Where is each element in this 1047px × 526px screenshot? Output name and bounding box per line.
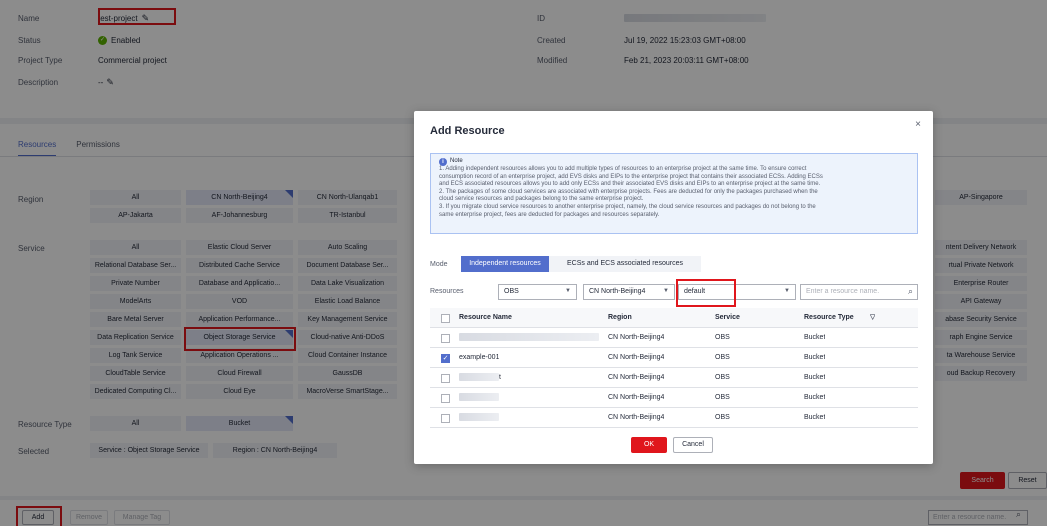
cell-service: OBS [715, 414, 730, 421]
cell-service: OBS [715, 394, 730, 401]
col-region: Region [608, 314, 632, 321]
chevron-down-icon: ▼ [663, 288, 669, 294]
row-checkbox[interactable] [441, 334, 450, 343]
mode-label: Mode [430, 261, 448, 268]
note-line: same enterprise project, fees are deduct… [439, 211, 660, 218]
dialog-search-input[interactable]: Enter a resource name. ⌕ [800, 284, 918, 300]
col-resource-type: Resource Type [804, 314, 854, 321]
cell-type: Bucket [804, 414, 826, 421]
resources-label: Resources [430, 288, 464, 295]
filter-icon[interactable]: ▽ [870, 308, 875, 328]
info-icon: i [439, 158, 447, 166]
note-title: Note [450, 158, 463, 165]
note-line: 3. If you migrate cloud service resource… [439, 203, 816, 210]
highlight-default [676, 279, 736, 307]
resource-name-redacted [459, 408, 499, 428]
col-resource-name: Resource Name [459, 314, 512, 321]
note-box: i Note 1. Adding independent resources a… [430, 153, 918, 234]
table-row[interactable]: CN North-Beijing4 OBS Bucket [430, 408, 918, 428]
cell-type: Bucket [804, 394, 826, 401]
cell-resource-name: t [459, 368, 501, 388]
region-select[interactable]: CN North-Beijing4 ▼ [583, 284, 675, 300]
cell-region: CN North-Beijing4 [608, 354, 665, 361]
mode-ecs-button[interactable]: ECSs and ECS associated resources [549, 256, 701, 272]
table-row[interactable]: CN North-Beijing4 OBS Bucket [430, 388, 918, 408]
chevron-down-icon: ▼ [565, 288, 571, 294]
row-checkbox[interactable] [441, 374, 450, 383]
resource-name-redacted [459, 388, 499, 408]
cancel-button[interactable]: Cancel [673, 437, 713, 453]
row-checkbox[interactable] [441, 414, 450, 423]
add-resource-dialog: Add Resource × i Note 1. Adding independ… [414, 111, 933, 464]
service-select-value: OBS [504, 288, 519, 295]
cell-resource-name: example-001 [459, 354, 500, 361]
row-checkbox-checked[interactable]: ✓ [441, 354, 450, 363]
resource-name-redacted [459, 328, 599, 348]
cell-service: OBS [715, 334, 730, 341]
table-row[interactable]: t CN North-Beijing4 OBS Bucket [430, 368, 918, 388]
note-line: 2. The packages of some cloud services a… [439, 188, 818, 195]
note-line: consumption record of an enterprise proj… [439, 173, 823, 180]
cell-type: Bucket [804, 334, 826, 341]
note-line: 1. Adding independent resources allows y… [439, 166, 807, 172]
select-all-checkbox[interactable] [441, 314, 450, 323]
dialog-search-placeholder: Enter a resource name. [806, 288, 880, 295]
cell-region: CN North-Beijing4 [608, 334, 665, 341]
cell-type: Bucket [804, 354, 826, 361]
service-select[interactable]: OBS ▼ [498, 284, 577, 300]
note-line: and ECS associated resources allows you … [439, 181, 821, 188]
cell-region: CN North-Beijing4 [608, 414, 665, 421]
cell-service: OBS [715, 354, 730, 361]
cell-region: CN North-Beijing4 [608, 374, 665, 381]
search-icon[interactable]: ⌕ [908, 286, 913, 297]
cell-region: CN North-Beijing4 [608, 394, 665, 401]
table-row[interactable]: CN North-Beijing4 OBS Bucket [430, 328, 918, 348]
dialog-title: Add Resource [430, 125, 505, 137]
row-checkbox[interactable] [441, 394, 450, 403]
close-icon[interactable]: × [915, 119, 921, 130]
cell-service: OBS [715, 374, 730, 381]
cell-type: Bucket [804, 374, 826, 381]
note-line: cloud service resources and packages bel… [439, 196, 644, 203]
note-header: i Note [439, 158, 911, 166]
chevron-down-icon: ▼ [784, 288, 790, 294]
ok-button[interactable]: OK [631, 437, 667, 453]
col-service: Service [715, 314, 740, 321]
table-header: Resource Name Region Service Resource Ty… [430, 308, 918, 328]
region-select-value: CN North-Beijing4 [589, 288, 646, 295]
mode-independent-button[interactable]: Independent resources [461, 256, 549, 272]
table-row[interactable]: ✓ example-001 CN North-Beijing4 OBS Buck… [430, 348, 918, 368]
